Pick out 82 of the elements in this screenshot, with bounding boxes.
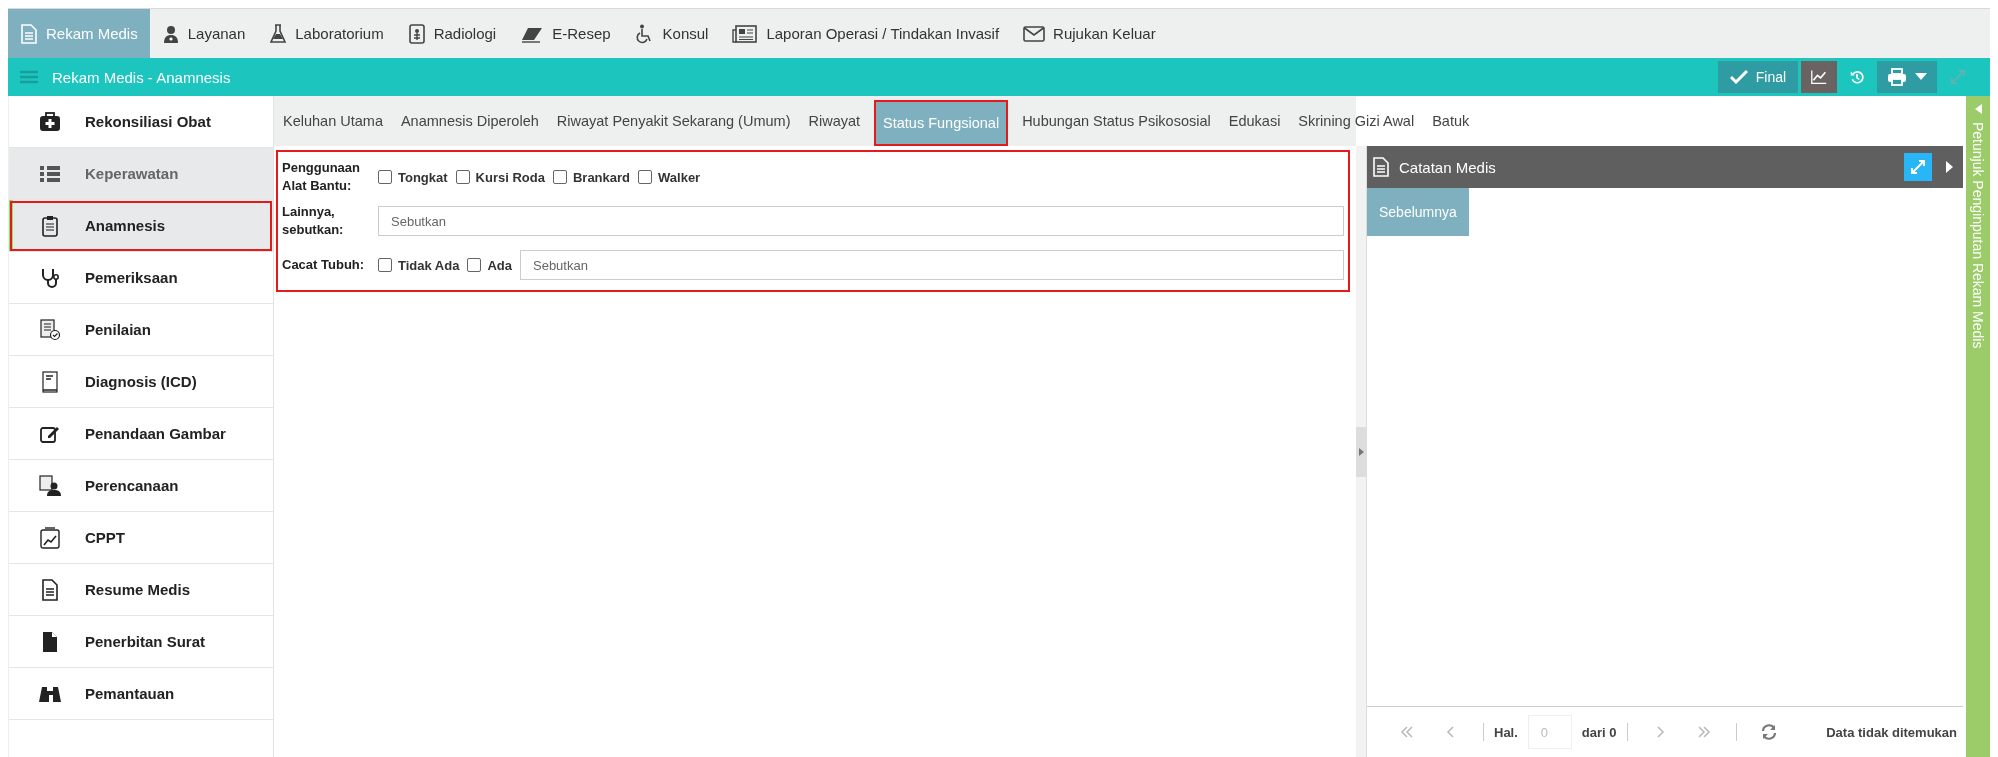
checkbox[interactable]: [467, 258, 482, 272]
check-icon: [1729, 70, 1748, 84]
document-icon: [42, 578, 58, 601]
newspaper-icon: [732, 23, 759, 44]
user-document-icon: [39, 474, 61, 497]
caret-left-icon: [1974, 104, 1982, 114]
field-label: Lainnya, sebutkan:: [282, 203, 345, 239]
section-tab[interactable]: Anamnesis Diperoleh: [391, 96, 548, 146]
doctor-icon: [161, 23, 180, 44]
module-tab[interactable]: Rujukan Keluar: [1011, 9, 1168, 58]
printer-icon: [1887, 68, 1907, 86]
flask-icon: [269, 23, 288, 44]
xray-icon: [407, 23, 426, 44]
checkbox-label: Walker: [658, 169, 701, 185]
text-field[interactable]: Sebutkan: [378, 206, 1344, 236]
sidebar-item[interactable]: Pemantauan: [9, 668, 273, 720]
section-tab[interactable]: Hubungan Status Psikososial: [1013, 96, 1220, 146]
history-icon: [1850, 68, 1864, 86]
medkit-icon: [39, 111, 61, 132]
section-tab[interactable]: Riwayat: [799, 96, 870, 146]
last-page-icon: [1696, 725, 1711, 739]
checkbox[interactable]: [378, 258, 392, 272]
chart-document-icon: [40, 526, 60, 549]
module-tab[interactable]: E-Resep: [508, 9, 623, 58]
checked-document-icon: [40, 318, 60, 341]
module-tab[interactable]: Konsul: [622, 9, 721, 58]
stethoscope-icon: [40, 266, 60, 289]
text-field[interactable]: Sebutkan: [520, 250, 1344, 280]
checkbox-label: Kursi Roda: [475, 169, 545, 185]
file-icon: [42, 630, 58, 653]
panel-title: Catatan Medis: [1399, 158, 1497, 176]
sidebar-item[interactable]: Penandaan Gambar: [9, 408, 273, 460]
caret-down-icon: [1915, 73, 1927, 81]
sidebar-item[interactable]: Resume Medis: [9, 564, 273, 616]
sidebar-item[interactable]: Diagnosis (ICD): [9, 356, 273, 408]
sidebar-item[interactable]: Perencanaan: [9, 460, 273, 512]
document-icon: [20, 23, 38, 44]
checkbox-label: Brankard: [572, 169, 630, 185]
expand-button[interactable]: [1904, 153, 1932, 181]
menu-icon: [20, 70, 38, 84]
module-tab[interactable]: Laboratorium: [257, 9, 396, 58]
checkbox-label: Ada: [487, 257, 512, 273]
checkbox[interactable]: [378, 170, 392, 184]
checkbox[interactable]: [455, 170, 470, 184]
page-count: dari 0: [1581, 724, 1617, 740]
icd-document-icon: [42, 370, 58, 393]
section-tab[interactable]: Keluhan Utama: [274, 96, 392, 146]
field-label: Cacat Tubuh:: [282, 256, 366, 274]
sidebar-item[interactable]: Pemeriksaan: [9, 252, 273, 304]
splitter-handle[interactable]: [1356, 426, 1366, 477]
module-tab[interactable]: Radiologi: [395, 9, 509, 58]
expand-icon: [1950, 68, 1966, 86]
print-button[interactable]: [1877, 61, 1937, 93]
caret-right-icon: [1946, 161, 1953, 173]
section-tab[interactable]: Riwayat Penyakit Sekarang (Umum): [547, 96, 800, 146]
expand-icon: [1910, 159, 1926, 175]
checkbox-label: Tidak Ada: [398, 257, 460, 273]
checkbox[interactable]: [552, 170, 567, 184]
status-text: Data tidak ditemukan: [1826, 724, 1957, 740]
clipboard-icon: [42, 214, 58, 237]
refresh-icon: [1760, 724, 1777, 740]
first-page-icon: [1400, 725, 1414, 739]
caret-right-icon: [1358, 447, 1364, 456]
list-icon: [39, 164, 61, 183]
sidebar-item[interactable]: Penerbitan Surat: [9, 616, 273, 668]
sidebar-item[interactable]: Anamnesis: [9, 200, 273, 252]
section-tab[interactable]: Edukasi: [1219, 96, 1290, 146]
document-icon: [1373, 157, 1389, 177]
envelope-icon: [1023, 23, 1046, 44]
checkbox[interactable]: [638, 170, 652, 184]
page-title: Rekam Medis - Anamnesis: [52, 68, 231, 86]
chart-button[interactable]: [1801, 61, 1837, 93]
sidebar-item[interactable]: Penilaian: [9, 304, 273, 356]
module-tab[interactable]: Layanan: [149, 9, 258, 58]
field-label: Penggunaan Alat Bantu:: [282, 159, 361, 195]
section-tab[interactable]: Skrining Gizi Awal: [1289, 96, 1424, 146]
module-tab[interactable]: Laporan Operasi / Tindakan Invasif: [720, 9, 1012, 58]
line-chart-icon: [1811, 68, 1827, 86]
page-label: Hal.: [1494, 724, 1518, 740]
sidebar-item[interactable]: CPPT: [9, 512, 273, 564]
checkbox-label: Tongkat: [398, 169, 448, 185]
section-tab[interactable]: Batuk: [1423, 96, 1479, 146]
